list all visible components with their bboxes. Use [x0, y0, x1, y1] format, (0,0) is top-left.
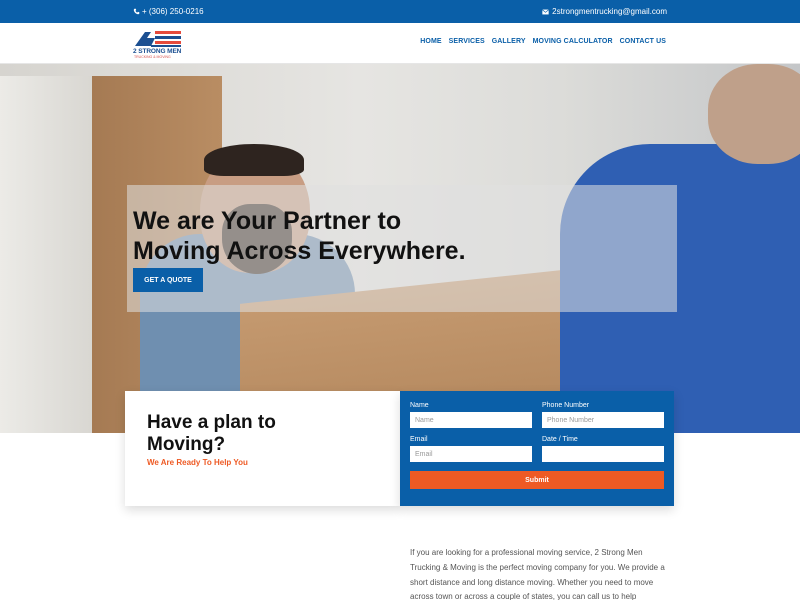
phone-label: Phone Number [542, 402, 590, 409]
email-label: Email [410, 436, 428, 443]
email-address[interactable]: 2strongmentrucking@gmail.com [552, 7, 667, 16]
nav-home[interactable]: HOME [420, 38, 441, 45]
datetime-label: Date / Time [542, 436, 578, 443]
phone-field[interactable]: Phone Number [542, 412, 664, 428]
main-nav: HOME SERVICES GALLERY MOVING CALCULATOR … [420, 38, 666, 45]
name-field[interactable]: Name [410, 412, 532, 428]
logo-wordmark: 2 STRONG MEN [133, 48, 182, 55]
top-bar: + (306) 250-0216 2strongmentrucking@gmai… [0, 0, 800, 23]
envelope-icon [542, 8, 550, 14]
phone-contact[interactable]: + (306) 250-0216 [133, 7, 204, 16]
submit-button[interactable]: Submit [410, 471, 664, 489]
quote-form: Name Name Phone Number Phone Number Emai… [400, 391, 674, 506]
intro-paragraph: If you are looking for a professional mo… [410, 548, 665, 600]
phone-icon [133, 8, 140, 15]
site-logo[interactable]: 2 STRONG MEN TRUCKING & MOVING [133, 28, 185, 60]
plan-card: Have a plan to Moving? We Are Ready To H… [125, 391, 400, 506]
nav-gallery[interactable]: GALLERY [492, 38, 526, 45]
hero-photo-mover-right-head [708, 64, 800, 164]
hero-headline-line2: Moving Across Everywhere. [133, 237, 466, 265]
site-header: 2 STRONG MEN TRUCKING & MOVING HOME SERV… [0, 23, 800, 64]
email-field[interactable]: Email [410, 446, 532, 462]
hero-headline: We are Your Partner to Moving Across Eve… [133, 206, 673, 266]
get-a-quote-button[interactable]: GET A QUOTE [133, 268, 203, 292]
hero-photo-mover-left-hair [204, 144, 304, 176]
plan-title: Have a plan to Moving? [147, 412, 276, 455]
phone-number[interactable]: + (306) 250-0216 [142, 7, 204, 16]
email-contact[interactable]: 2strongmentrucking@gmail.com [542, 7, 667, 16]
nav-services[interactable]: SERVICES [449, 38, 485, 45]
logo-tagline: TRUCKING & MOVING [134, 55, 171, 59]
truck-flag-logo-icon [135, 31, 181, 47]
hero-photo-fridge [0, 76, 95, 433]
plan-subtitle: We Are Ready To Help You [147, 458, 248, 467]
name-label: Name [410, 402, 429, 409]
hero-headline-line1: We are Your Partner to [133, 207, 402, 235]
nav-moving-calculator[interactable]: MOVING CALCULATOR [533, 38, 613, 45]
nav-contact-us[interactable]: CONTACT US [620, 38, 666, 45]
datetime-field[interactable] [542, 446, 664, 462]
